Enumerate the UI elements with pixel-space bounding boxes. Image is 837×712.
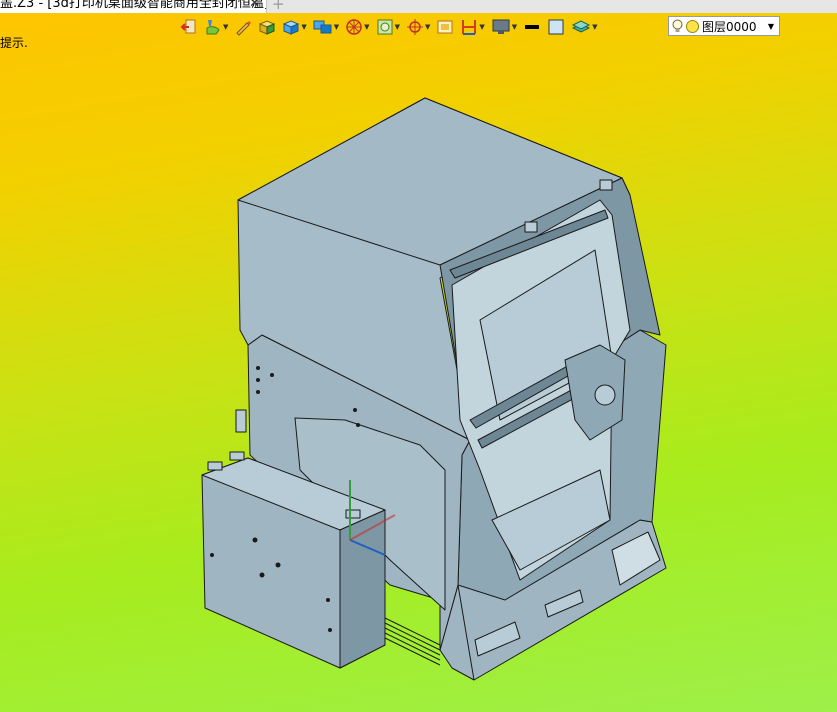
vent-grille [384, 617, 441, 666]
printer-3d-model[interactable] [0, 0, 837, 712]
